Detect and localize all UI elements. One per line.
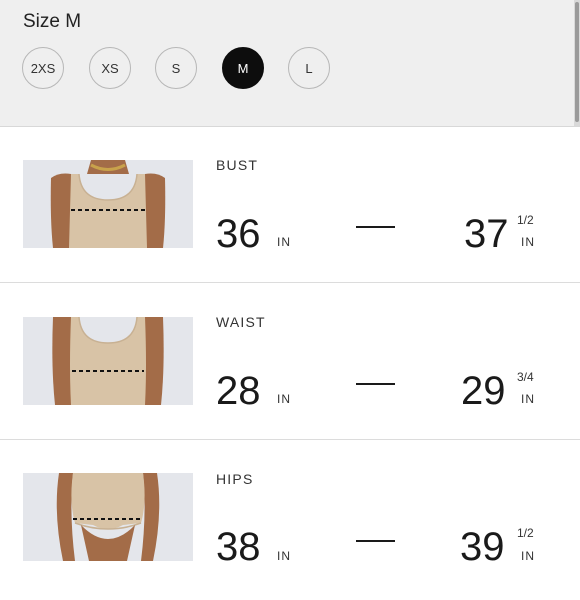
size-option-xs[interactable]: XS <box>89 47 131 89</box>
bust-figure-icon <box>23 160 193 248</box>
waist-min-value: 28 <box>216 369 261 413</box>
waist-measure-image <box>23 317 193 405</box>
bust-min-value: 36 <box>216 212 261 256</box>
waist-min-unit: IN <box>277 392 291 406</box>
size-option-2xs[interactable]: 2XS <box>22 47 64 89</box>
hips-label: HIPS <box>216 471 254 487</box>
waist-max-fraction: 3/4 <box>517 370 534 384</box>
waist-label: WAIST <box>216 314 266 330</box>
range-dash <box>356 383 395 385</box>
bust-min-unit: IN <box>277 235 291 249</box>
scrollbar-track[interactable] <box>574 0 580 126</box>
measurement-row-hips: HIPS 38 IN 39 1/2 IN <box>0 440 580 600</box>
waist-max-value: 29 <box>461 369 506 413</box>
bust-label: BUST <box>216 157 259 173</box>
measurement-row-bust: BUST 36 IN 37 1/2 IN <box>0 126 580 283</box>
size-selector-panel: Size M 2XS XS S M L <box>0 0 580 127</box>
hips-min-unit: IN <box>277 549 291 563</box>
bust-max-unit: IN <box>521 235 535 249</box>
waist-figure-icon <box>23 317 193 405</box>
bust-max-value: 37 <box>464 212 509 256</box>
size-title: Size M <box>23 11 82 32</box>
range-dash <box>356 226 395 228</box>
hips-max-fraction: 1/2 <box>517 526 534 540</box>
hips-min-value: 38 <box>216 525 261 569</box>
range-dash <box>356 540 395 542</box>
size-option-m[interactable]: M <box>222 47 264 89</box>
scrollbar-thumb[interactable] <box>575 2 579 122</box>
hips-measure-image <box>23 473 193 561</box>
hips-max-value: 39 <box>460 525 505 569</box>
size-option-s[interactable]: S <box>155 47 197 89</box>
bust-max-fraction: 1/2 <box>517 213 534 227</box>
waist-max-unit: IN <box>521 392 535 406</box>
size-option-l[interactable]: L <box>288 47 330 89</box>
hips-max-unit: IN <box>521 549 535 563</box>
hips-figure-icon <box>23 473 193 561</box>
bust-measure-image <box>23 160 193 248</box>
measurement-row-waist: WAIST 28 IN 29 3/4 IN <box>0 283 580 440</box>
